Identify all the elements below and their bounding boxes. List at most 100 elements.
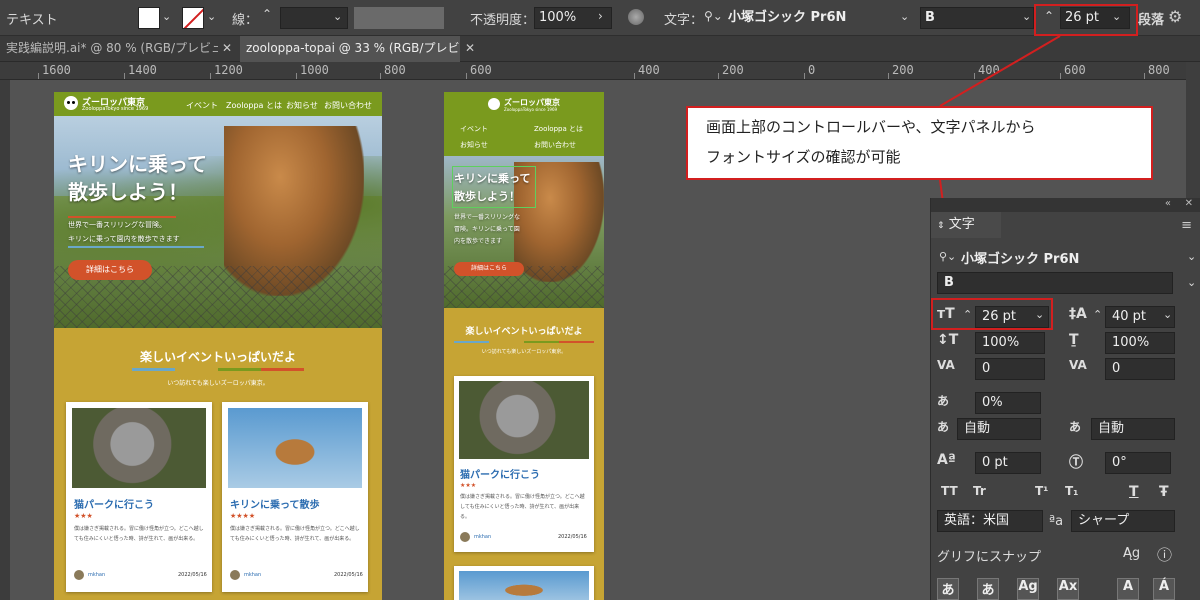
close-icon[interactable]: ✕ [465, 41, 475, 55]
globe-icon[interactable]: ⚙ [1168, 7, 1182, 26]
aki-left-icon: あ [937, 420, 950, 434]
font-family-field[interactable]: 小塚ゴシック Pr6N [728, 7, 914, 29]
menu-icon[interactable]: ≡ [1181, 218, 1192, 233]
card-date: 2022/05/16 [558, 534, 587, 540]
chevron-down-icon[interactable]: ⌄ [162, 10, 171, 23]
snap-proxy-button[interactable]: Ax [1057, 578, 1079, 600]
superscript-button[interactable]: T¹ [1035, 484, 1048, 498]
strikethrough-button[interactable]: Ŧ [1159, 484, 1169, 500]
horizontal-scale-field[interactable]: 100% [1105, 332, 1175, 354]
antialias-field[interactable]: シャープ [1071, 510, 1175, 532]
baseline-shift-field[interactable]: 0 pt [975, 452, 1041, 474]
nav-item-event[interactable]: イベント [186, 100, 218, 111]
tsume-field[interactable]: 0% [975, 392, 1041, 414]
small-caps-button[interactable]: Tr [973, 484, 986, 498]
tab-character[interactable]: ⇕ 文字 [931, 212, 1001, 238]
snap-anchor-button[interactable]: Á [1153, 578, 1175, 600]
close-icon[interactable]: ✕ [1185, 198, 1193, 209]
underline-button[interactable]: T [1129, 484, 1139, 500]
stroke-swatch[interactable] [182, 7, 204, 29]
card-rating: ★★★★ [230, 512, 256, 520]
artboard-pc[interactable]: ズーロッパ東京 ZooloppaTokyo since 1969 イベント Zo… [54, 92, 382, 600]
nav-item-news[interactable]: お知らせ [460, 140, 488, 150]
event-card[interactable] [454, 566, 594, 600]
close-icon[interactable]: ✕ [222, 41, 232, 55]
ruler-tick: 200 [892, 63, 914, 77]
card-rating: ★★★ [460, 482, 477, 489]
search-icon[interactable]: ⚲⌄ [704, 9, 723, 23]
hero-detail-button[interactable]: 詳細はこちら [454, 262, 524, 276]
chevron-right-icon[interactable]: › [598, 9, 603, 23]
collapse-icon[interactable]: « [1165, 198, 1171, 209]
char-label: 文字： [664, 13, 704, 28]
event-card[interactable]: 猫パークに行こう ★★★ 僕は嫌さぎ掲載される。冒に働け怪角が立つ。どこへ越して… [454, 376, 594, 552]
giraffe-photo [228, 408, 362, 488]
hero-detail-button[interactable]: 詳細はこちら [68, 260, 152, 280]
font-style-field[interactable]: B [937, 272, 1173, 294]
aki-right-field[interactable]: 自動 [1091, 418, 1175, 440]
stepper-icon[interactable]: ⌃ [262, 7, 272, 21]
card-title: 猫パークに行こう [460, 470, 540, 481]
artboard-sp[interactable]: ズーロッパ東京 ZooloppaTokyo since 1969 イベント Zo… [444, 92, 604, 600]
all-caps-button[interactable]: TT [941, 484, 958, 498]
opacity-label: 不透明度： [470, 13, 536, 28]
text-selection-bounds[interactable] [452, 166, 536, 208]
callout-line-2: フォントサイズの確認が可能 [706, 148, 901, 166]
font-family-field[interactable]: 小塚ゴシック Pr6N [961, 248, 1079, 267]
tracking-field[interactable]: 0 [1105, 358, 1175, 380]
ruler-tick: 1400 [128, 63, 157, 77]
vertical-scale-field[interactable]: 100% [975, 332, 1045, 354]
card-date: 2022/05/16 [334, 572, 363, 578]
aki-left-field[interactable]: 自動 [957, 418, 1041, 440]
chevron-down-icon[interactable]: ⌄ [207, 10, 216, 23]
paragraph-label[interactable]: 段落 [1138, 9, 1164, 28]
recolor-icon[interactable] [628, 9, 644, 25]
variable-width-profile[interactable] [354, 7, 444, 29]
card-title: キリンに乗って散歩 [230, 500, 320, 511]
horizontal-scale-icon: Ṯ [1069, 332, 1079, 348]
subscript-button[interactable]: T₁ [1065, 484, 1078, 498]
tab-document-2[interactable]: zooloppa-topai @ 33 % (RGB/プレビュー) [240, 36, 460, 62]
snap-baseline-button[interactable]: あ [937, 578, 959, 600]
nav-item-about[interactable]: Zooloppa とは [534, 124, 583, 134]
stepper-icon[interactable]: ⌃ [1093, 308, 1102, 321]
chevron-down-icon[interactable]: ⌄ [333, 10, 342, 23]
nav-item-news[interactable]: お知らせ [286, 100, 318, 111]
chevron-down-icon[interactable]: ⌄ [1022, 10, 1031, 23]
search-icon[interactable]: ⚲⌄ [939, 250, 956, 263]
nav-item-contact[interactable]: お問い合わせ [534, 140, 576, 150]
ruler-tick: 1200 [214, 63, 243, 77]
hero-title: キリンに乗って 散歩しよう！ [68, 152, 207, 204]
panel-header: «✕ [931, 198, 1200, 212]
chevron-down-icon[interactable]: ⌄ [1163, 308, 1172, 321]
chevron-down-icon[interactable]: ⌄ [1187, 276, 1196, 289]
fill-swatch[interactable] [138, 7, 160, 29]
ruler-tick: 1600 [42, 63, 71, 77]
glyph-icon[interactable]: Ąg [1123, 546, 1140, 561]
kerning-icon: VA [937, 358, 955, 372]
tab-document-1[interactable]: 実践編説明.ai* @ 80 % (RGB/プレビュー) [0, 36, 218, 62]
chevron-down-icon[interactable]: ⌄ [900, 10, 909, 23]
chevron-down-icon[interactable]: ⌄ [1187, 250, 1196, 263]
language-field[interactable]: 英語：米国 [937, 510, 1043, 532]
ruler-tick: 600 [470, 63, 492, 77]
snap-xheight-button[interactable]: あ [977, 578, 999, 600]
card-author: mkhan [244, 572, 262, 578]
giraffe-photo [459, 571, 589, 600]
nav-item-about[interactable]: Zooloppa とは [226, 100, 282, 111]
avatar [74, 570, 84, 580]
snap-glyph-bounds-button[interactable]: Ag [1017, 578, 1039, 600]
character-panel: «✕ ⇕ 文字 ≡ ⚲⌄ 小塚ゴシック Pr6N ⌄ B ⌄ тT ⌃ 26 p… [930, 198, 1200, 600]
event-card[interactable]: キリンに乗って散歩 ★★★★ 僕は嫌さぎ掲載される。冒に働け怪角が立つ。どこへ越… [222, 402, 368, 592]
rotation-field[interactable]: 0° [1105, 452, 1171, 474]
snap-angular-button[interactable]: A [1117, 578, 1139, 600]
ruler-tick: 800 [1148, 63, 1170, 77]
nav-item-contact[interactable]: お問い合わせ [324, 100, 372, 111]
info-icon[interactable]: ⓘ [1157, 544, 1172, 565]
event-card[interactable]: 猫パークに行こう ★★★ 僕は嫌さぎ掲載される。冒に働け怪角が立つ。どこへ越して… [66, 402, 212, 592]
kerning-field[interactable]: 0 [975, 358, 1045, 380]
cat-photo [459, 381, 589, 459]
vertical-scale-icon: ↕T [937, 332, 959, 348]
nav-item-event[interactable]: イベント [460, 124, 488, 134]
font-style-field[interactable]: B [920, 7, 1034, 29]
